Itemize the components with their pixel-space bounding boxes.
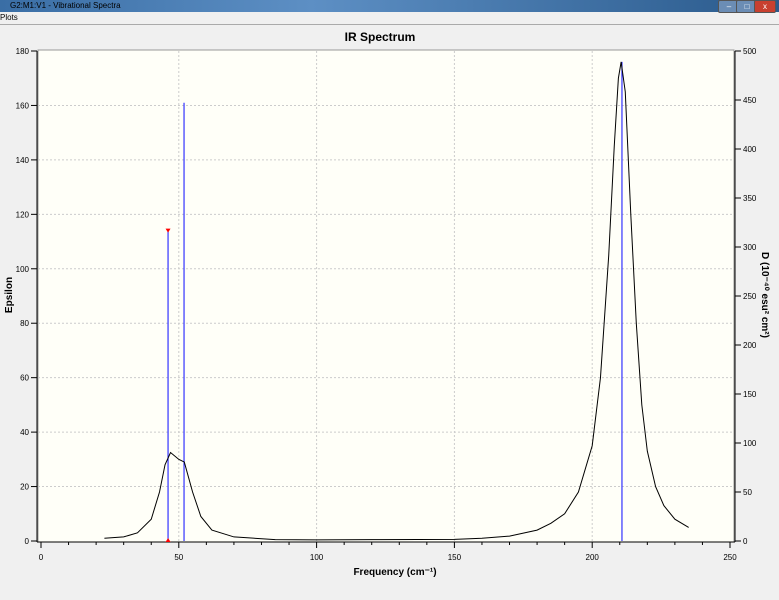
y-tick-label: 20 [20, 483, 29, 492]
y-tick-label: 120 [16, 210, 30, 219]
y-axis-label: Epsilon [4, 277, 15, 313]
y2-tick-label: 250 [743, 292, 757, 301]
y2-axis-label: D (10⁻⁴⁰ esu² cm²) [759, 252, 770, 338]
y2-tick-label: 500 [743, 47, 757, 56]
y-tick-label: 160 [16, 101, 30, 110]
menu-plots[interactable]: Plots [0, 13, 18, 22]
x-axis-label: Frequency (cm⁻¹) [353, 567, 436, 578]
menu-bar: Plots [0, 12, 779, 25]
y-tick-label: 140 [16, 156, 30, 165]
x-tick-label: 0 [39, 553, 44, 562]
y2-tick-label: 150 [743, 390, 757, 399]
title-bar: G2:M1:V1 - Vibrational Spectra – □ x [0, 0, 779, 13]
y-tick-label: 40 [20, 428, 29, 437]
y2-tick-label: 100 [743, 439, 757, 448]
y-tick-label: 0 [25, 537, 30, 546]
plot-area [37, 49, 735, 543]
y-tick-label: 60 [20, 374, 29, 383]
x-tick-label: 100 [310, 553, 324, 562]
chart-title: IR Spectrum [345, 30, 416, 44]
x-tick-label: 50 [174, 553, 183, 562]
y2-tick-label: 300 [743, 243, 757, 252]
x-tick-label: 200 [586, 553, 600, 562]
ir-spectrum-chart[interactable]: IR Spectrum 0 50 100 150 200 250 0 20 40 60 80 100 1… [0, 25, 779, 600]
y2-tick-label: 400 [743, 145, 757, 154]
y2-tick-label: 0 [743, 537, 748, 546]
y-tick-label: 80 [20, 319, 29, 328]
y2-tick-label: 350 [743, 194, 757, 203]
y2-tick-label: 450 [743, 96, 757, 105]
y-tick-label: 180 [16, 47, 30, 56]
x-tick-label: 250 [723, 553, 737, 562]
y2-tick-label: 200 [743, 341, 757, 350]
window-title: G2:M1:V1 - Vibrational Spectra [10, 1, 121, 10]
x-tick-label: 150 [448, 553, 462, 562]
y2-tick-label: 50 [743, 488, 752, 497]
y-tick-label: 100 [16, 265, 30, 274]
